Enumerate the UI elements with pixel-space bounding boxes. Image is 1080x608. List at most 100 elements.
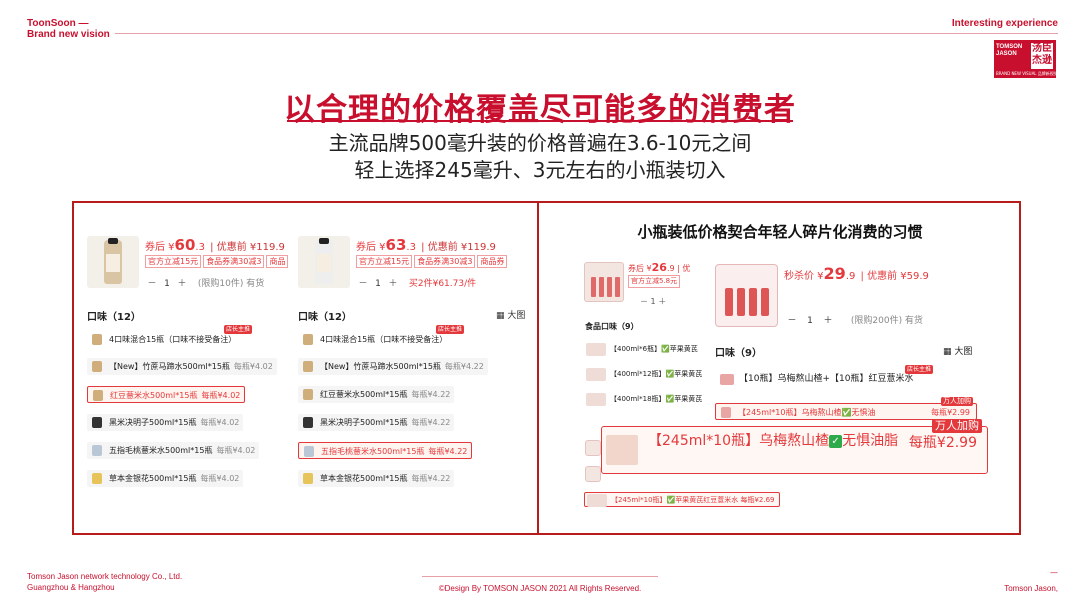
price-prefix: 券后 ¥ [628,264,652,273]
price-dec: .9 [845,271,856,282]
flavor-chip-3[interactable]: 黑米决明子500ml*15瓶 每瓶¥4.02 [87,414,244,431]
product-thumbnail[interactable] [715,264,778,327]
footer-dash: — [1050,568,1058,577]
coupon-row: 官方立减15元 食品券满30减3 商品券 [356,255,509,268]
qty-value[interactable]: 1 [370,279,386,289]
back-flavor-chip-3-selected[interactable]: 【245ml*10瓶】✅苹果黄芪红豆薏米水 每瓶¥2.69 [584,492,780,507]
flavor-icon [304,446,314,457]
flavor-icon [92,417,102,428]
qty-value[interactable]: 1 [800,316,820,326]
flavor-chip-0[interactable]: 4口味混合15瓶（口味不接受备注） [87,331,240,348]
coupon-tag[interactable]: 商品券 [477,255,508,268]
flavor-unit-price: 每瓶¥4.02 [216,446,256,455]
big-view-label: 大图 [954,347,973,357]
logo-cn: 汤臣 杰逊 [1031,43,1053,69]
flavor-icon [720,374,734,385]
qty-plus-button[interactable]: ＋ [175,276,189,289]
back-flavor-chip-0[interactable]: 【400ml*6瓶】✅苹果黄芪 [584,342,698,357]
product-thumbnail[interactable] [87,236,139,288]
flavor-icon [93,390,103,401]
coupon-tag[interactable]: 食品券满30减3 [414,255,476,268]
flavor-chip-4-selected[interactable]: 五指毛桃薏米水500ml*15瓶 每瓶¥4.22 [298,442,473,459]
big-view-toggle[interactable]: ▦ 大图 [943,344,972,357]
coupon-tag[interactable]: 官方立减15元 [356,255,413,268]
back-flavor-chip-2[interactable]: 【400ml*18瓶】✅苹果黄芪 [584,392,702,407]
flavor-chip-5[interactable]: 草本金银花500ml*15瓶 每瓶¥4.02 [87,470,244,487]
product-thumbnail[interactable] [298,236,350,288]
flavor-icon [586,343,606,356]
coupon-tag[interactable]: 官方立减15元 [145,255,202,268]
qty-plus-button[interactable]: ＋ [386,276,400,289]
flavor-icon [586,393,606,406]
qty-plus-button[interactable]: ＋ [820,313,836,326]
price-line: 券后 ¥63.3 | 优惠前 ¥119.9 [356,236,496,254]
flavors-label: 口味（12） [87,312,141,323]
flavor-icon [92,445,102,456]
flavor-unit-price: 每瓶¥4.02 [201,391,241,400]
qty-minus-button[interactable]: － [356,276,370,289]
back-flavor-chip-1[interactable]: 【400ml*12瓶】✅苹果黄芪 [584,367,702,382]
footer-copyright: ©Design By TOMSON JASON 2021 All Rights … [438,584,642,593]
flavor-chip-5[interactable]: 草本金银花500ml*15瓶 每瓶¥4.22 [298,470,455,487]
coupon-tag[interactable]: 商品 [266,255,289,268]
subtitle-2: 轻上选择245毫升、3元左右的小瓶装切入 [354,158,726,182]
flavor-chip-0[interactable]: 【10瓶】乌梅熬山楂+【10瓶】红豆薏米水 [715,371,917,388]
flavor-name: 【245ml*10瓶】乌梅熬山楂✅无惧油 [738,408,876,417]
flavor-unit-price: 每瓶¥4.22 [444,362,484,371]
flavor-chip-1-selected[interactable]: 【245ml*10瓶】乌梅熬山楂✅无惧油 每瓶¥2.99 [715,403,977,420]
grid-icon: ▦ [943,347,952,357]
flavor-chip-3[interactable]: 黑米决明子500ml*15瓶 每瓶¥4.22 [298,414,455,431]
flavor-chip-2[interactable]: 红豆薏米水500ml*15瓶 每瓶¥4.22 [298,386,455,403]
flavor-unit-price: 每瓶¥4.22 [411,390,451,399]
price-prefix: 秒杀价 ¥ [784,271,824,282]
flavor-chip-2-selected[interactable]: 红豆薏米水500ml*15瓶 每瓶¥4.02 [87,386,246,403]
flavor-name: 【400ml*18瓶】✅苹果黄芪 [610,395,703,403]
price-dec: .9 [666,264,675,273]
price-prefix: 券后 ¥ [145,242,175,253]
flavors-label: 口味（9） [715,348,762,359]
header-right-text: Interesting experience [951,18,1058,29]
flavor-name: 4口味混合15瓶（口味不接受备注） [109,335,237,344]
flavor-name: 红豆薏米水500ml*15瓶 [110,391,198,400]
flavor-name: 草本金银花500ml*15瓶 [320,474,408,483]
header-divider [115,33,1058,34]
qty-plus-button[interactable]: ＋ [658,297,666,306]
flavor-name: 五指毛桃薏米水500ml*15瓶 [321,447,425,456]
coupon-row: 官方立减15元 食品券满30减3 商品 [145,255,290,268]
flavor-chip-1[interactable]: 【New】竹蔗马蹄水500ml*15瓶 每瓶¥4.22 [298,358,488,375]
flavor-chip-4[interactable]: 五指毛桃薏米水500ml*15瓶 每瓶¥4.02 [87,442,260,459]
flavor-name: 【400ml*12瓶】✅苹果黄芪 [610,370,703,378]
flavor-name: 草本金银花500ml*15瓶 [109,474,197,483]
footer-right: Tomson Jason, [1004,584,1058,593]
brand-logo: TOMSON JASON 汤臣 杰逊 BRAND NEW VISUAL 品牌新视觉 [994,40,1058,78]
flavor-icon [587,494,607,507]
zoomed-flavor-option[interactable]: 【245ml*10瓶】乌梅熬山楂 ✓ 无惧油脂 每瓶¥2.99 [601,426,988,474]
grid-icon: ▦ [496,311,505,321]
brand-header: ToonSoon — Brand new vision [27,18,110,40]
flavor-chip-0[interactable]: 4口味混合15瓶（口味不接受备注） [298,331,451,348]
flavor-name: 黑米决明子500ml*15瓶 [320,418,408,427]
price-line: 秒杀价 ¥29.9 | 优惠前 ¥59.9 [784,264,929,283]
back-thumb-small [585,440,601,456]
logo-en: TOMSON JASON [996,44,1023,57]
flavor-icon [303,473,313,484]
price-prefix: 券后 ¥ [356,242,386,253]
product-thumbnail-back[interactable] [584,262,624,302]
qty-minus-button[interactable]: － [784,313,800,326]
flavor-chip-1[interactable]: 【New】竹蔗马蹄水500ml*15瓶 每瓶¥4.02 [87,358,277,375]
back-price-line: 券后 ¥26.9 | 优 [628,261,690,274]
hot-badge: 万人加购 [932,419,982,433]
flavor-unit-price: 每瓶¥4.02 [200,474,240,483]
qty-value[interactable]: 1 [159,279,175,289]
flavor-name: 【New】竹蔗马蹄水500ml*15瓶 [320,362,441,371]
qty-minus-button[interactable]: － [640,297,648,306]
coupon-tag[interactable]: 官方立减5.8元 [628,275,681,288]
big-view-toggle[interactable]: ▦ 大图 [496,308,525,321]
qty-minus-button[interactable]: － [145,276,159,289]
page-title: 以合理的价格覆盖尽可能多的消费者 [284,92,796,128]
recommend-badge: 店长主推 [905,365,934,374]
qty-value[interactable]: 1 [651,297,656,306]
coupon-tag[interactable]: 食品券满30减3 [203,255,265,268]
flavor-unit-price: 每瓶¥2.99 [908,435,977,451]
flavor-name: 【245ml*10瓶】乌梅熬山楂 [648,433,830,449]
